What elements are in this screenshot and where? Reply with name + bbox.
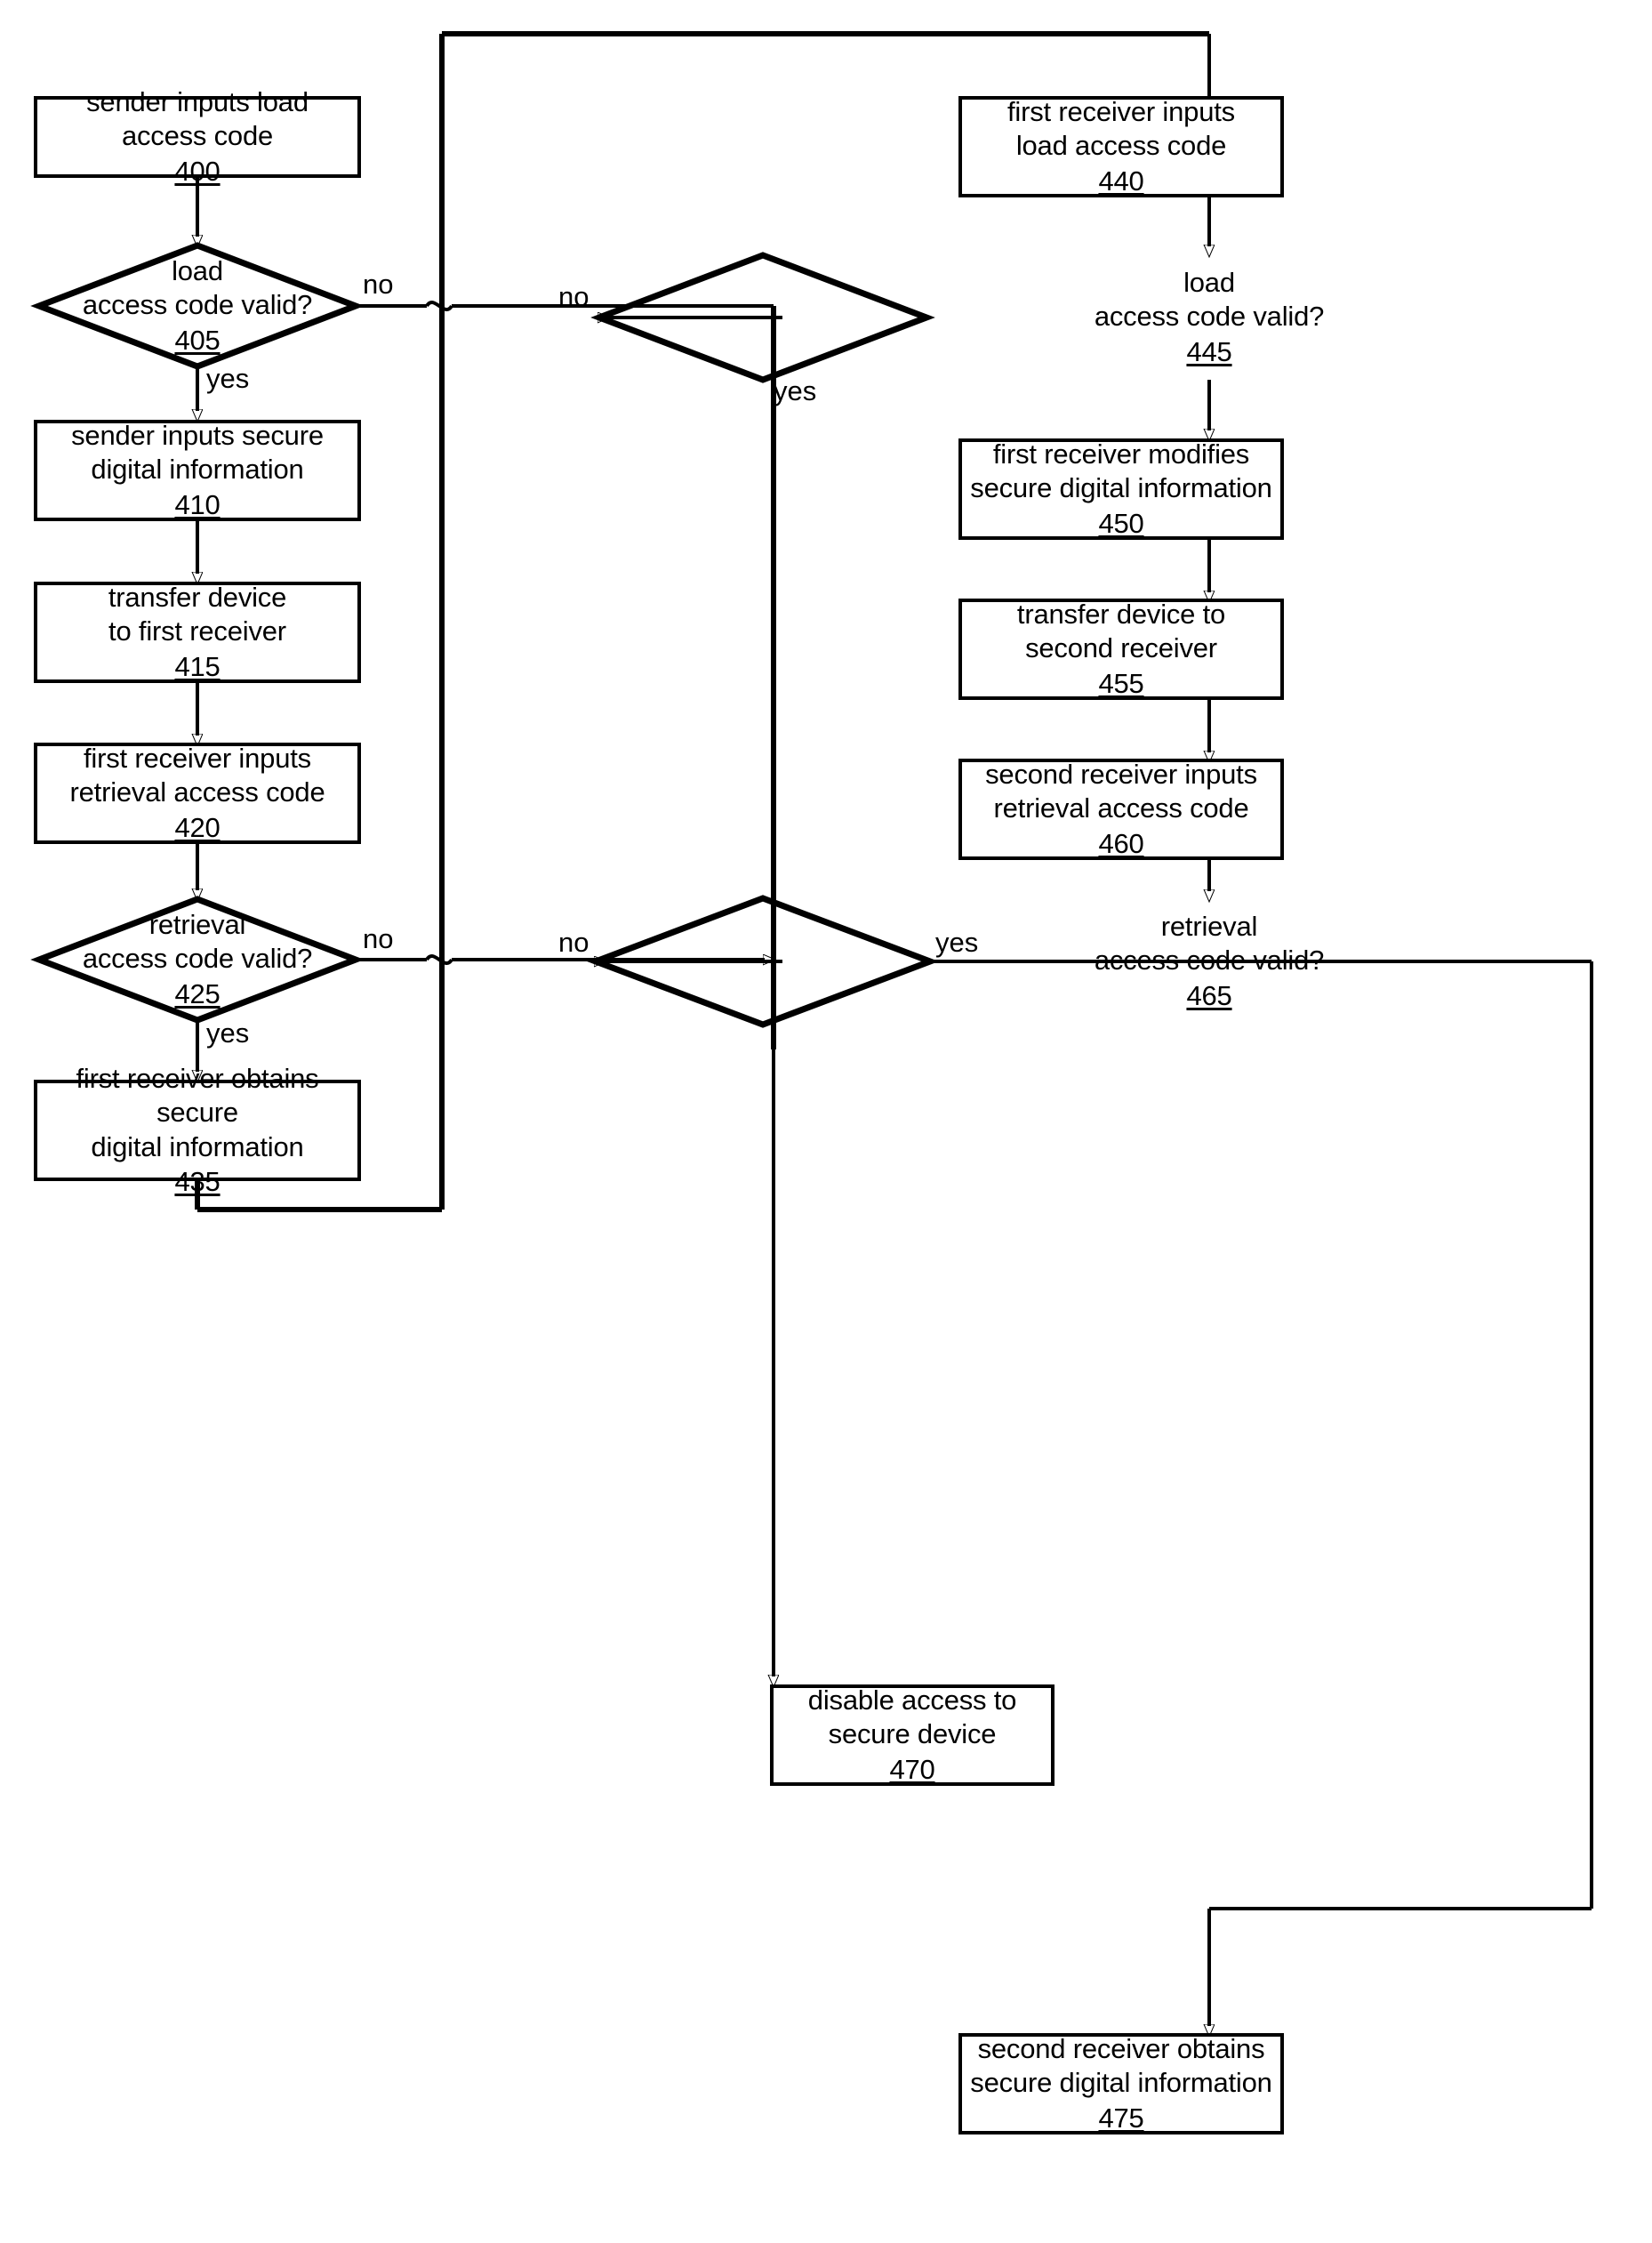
node-400-ref: 400 <box>174 155 221 187</box>
node-420-first-receiver-inputs-retrieval-access-code: first receiver inputs retrieval access c… <box>34 743 361 844</box>
figure-canvas: sender inputs load access code 400 load … <box>0 0 1652 2243</box>
node-415-transfer-device-to-first-receiver: transfer device to first receiver 415 <box>34 582 361 683</box>
edge-label-445-no: no <box>558 281 589 312</box>
decision-shape-405 <box>30 242 365 370</box>
node-475-second-receiver-obtains-secure-digital-information: second receiver obtains secure digital i… <box>958 2033 1284 2134</box>
node-440-first-receiver-inputs-load-access-code: first receiver inputs load access code 4… <box>958 96 1284 197</box>
node-450-first-receiver-modifies-secure-digital-information: first receiver modifies secure digital i… <box>958 438 1284 540</box>
node-455-ref: 455 <box>1098 667 1144 699</box>
node-450-label: first receiver modifies secure digital i… <box>970 438 1272 504</box>
node-400-sender-inputs-load-access-code: sender inputs load access code 400 <box>34 86 361 187</box>
node-460-ref: 460 <box>1098 827 1144 859</box>
node-470-ref: 470 <box>889 1753 935 1785</box>
edge-label-465-yes: yes <box>935 927 979 958</box>
node-475-ref: 475 <box>1098 2102 1144 2134</box>
node-450-ref: 450 <box>1098 507 1144 539</box>
decision-shape-425 <box>30 896 365 1024</box>
node-460-label: second receiver inputs retrieval access … <box>985 758 1257 824</box>
node-400-label: sender inputs load access code <box>86 85 309 152</box>
node-435-ref: 435 <box>174 1165 221 1197</box>
node-470-disable-access-to-secure-device: disable access to secure device 470 <box>770 1684 1055 1786</box>
edge-label-425-yes: yes <box>206 1017 250 1049</box>
node-470-label: disable access to secure device <box>807 1684 1017 1750</box>
node-420-label: first receiver inputs retrieval access c… <box>69 742 325 808</box>
edge-label-405-yes: yes <box>206 363 250 394</box>
node-435-label: first receiver obtains secure digital in… <box>76 1062 319 1162</box>
node-455-label: transfer device to second receiver <box>1016 598 1226 664</box>
edge-label-425-no: no <box>363 923 394 954</box>
node-455-transfer-device-to-second-receiver: transfer device to second receiver 455 <box>958 599 1284 700</box>
edge-label-465-no: no <box>558 927 589 958</box>
node-440-ref: 440 <box>1098 165 1144 197</box>
node-415-ref: 415 <box>174 650 221 682</box>
edge-label-445-yes: yes <box>774 375 817 406</box>
edge-label-405-no: no <box>363 269 394 300</box>
node-410-label: sender inputs secure digital information <box>71 419 324 486</box>
node-410-ref: 410 <box>174 488 221 520</box>
node-440-label: first receiver inputs load access code <box>1007 95 1235 162</box>
node-420-ref: 420 <box>174 811 221 843</box>
node-410-sender-inputs-secure-digital-information: sender inputs secure digital information… <box>34 420 361 521</box>
node-460-second-receiver-inputs-retrieval-access-code: second receiver inputs retrieval access … <box>958 759 1284 860</box>
node-475-label: second receiver obtains secure digital i… <box>970 2032 1272 2099</box>
flowchart-diagram: sender inputs load access code 400 load … <box>0 0 1652 2243</box>
node-415-label: transfer device to first receiver <box>108 581 287 647</box>
node-435-first-receiver-obtains-secure-digital-information: first receiver obtains secure digital in… <box>34 1063 361 1197</box>
